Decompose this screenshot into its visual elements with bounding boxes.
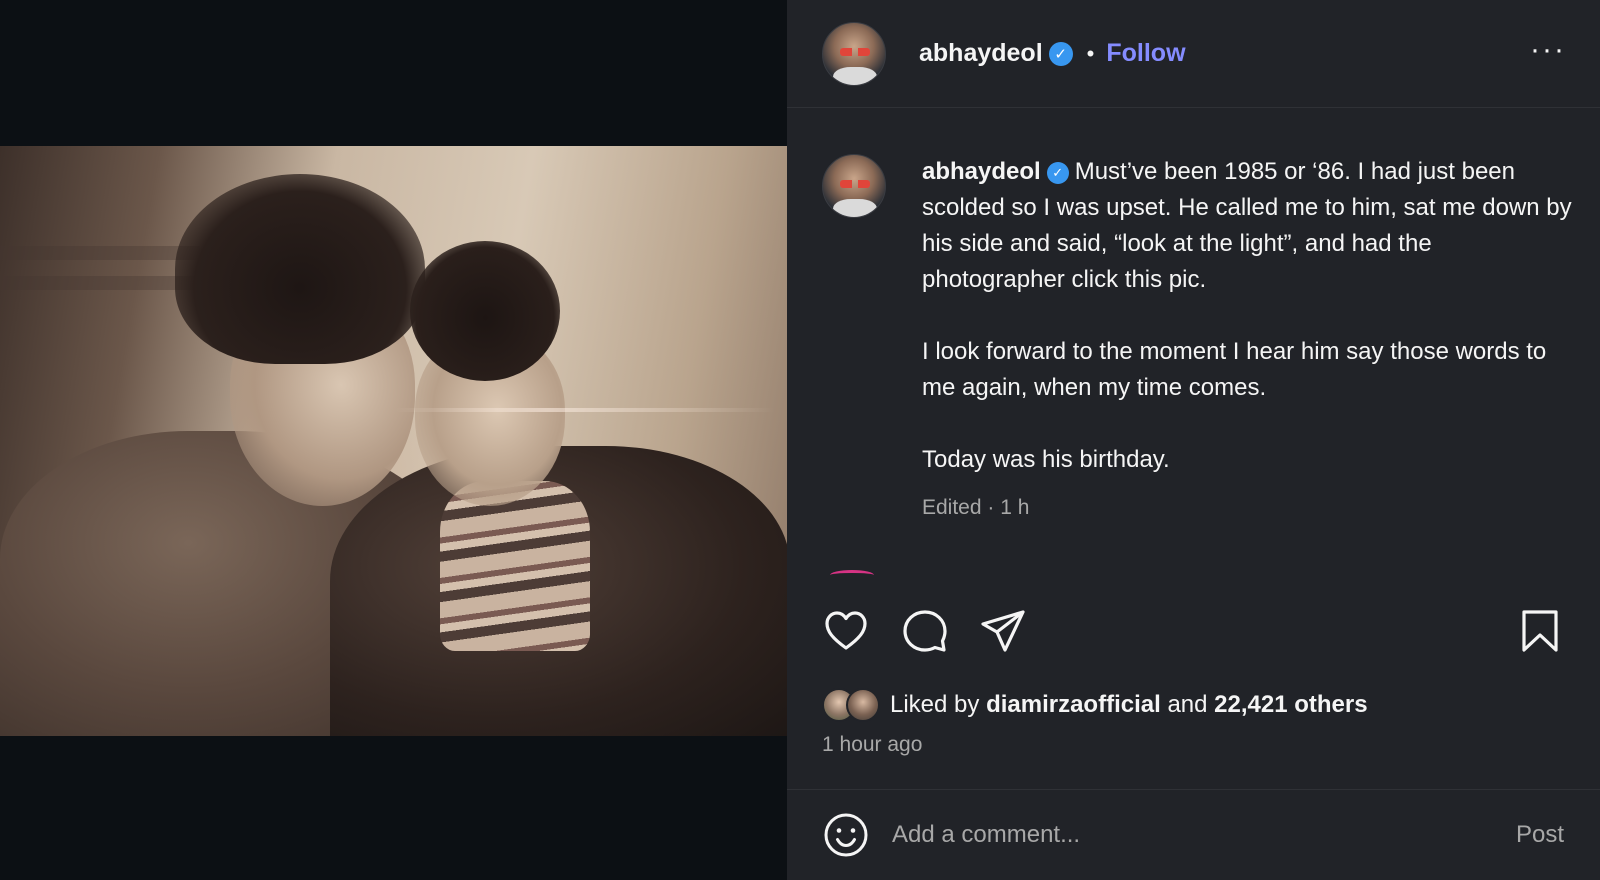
post-header: abhaydeol ✓ • Follow ··· bbox=[787, 0, 1600, 108]
caption-paragraph-2: I look forward to the moment I hear him … bbox=[922, 338, 1547, 401]
more-options-icon[interactable]: ··· bbox=[1530, 35, 1566, 65]
photo-background-stripe bbox=[0, 246, 200, 260]
caption-body: abhaydeol ✓ Must’ve been 1985 or ‘86. I ha… bbox=[922, 154, 1572, 526]
post-timestamp[interactable]: 1 hour ago bbox=[822, 733, 922, 757]
avatar-glasses bbox=[840, 47, 870, 56]
verified-badge-icon: ✓ bbox=[1048, 41, 1073, 66]
verified-badge-icon: ✓ bbox=[1046, 162, 1069, 184]
caption-paragraph-1: abhaydeol ✓ Must’ve been 1985 or ‘86. I ha… bbox=[922, 154, 1572, 298]
photo-hair-boy bbox=[410, 241, 560, 381]
liker-avatar[interactable] bbox=[846, 688, 880, 722]
avatar-shirt bbox=[833, 199, 877, 217]
loading-spinner-icon bbox=[830, 570, 874, 580]
avatar-shirt bbox=[833, 66, 877, 85]
caption-author-avatar[interactable] bbox=[822, 154, 886, 218]
likes-text: Liked by diamirzaofficial and 22,421 oth… bbox=[890, 691, 1368, 719]
separator-dot: • bbox=[1086, 40, 1095, 66]
photo-background-stripe bbox=[0, 276, 200, 290]
caption-gap bbox=[922, 406, 1572, 442]
post-comment-button[interactable]: Post bbox=[1516, 821, 1564, 849]
photo-striped-tee bbox=[440, 481, 590, 651]
photo-hair-man bbox=[175, 174, 425, 364]
heart-icon[interactable] bbox=[822, 607, 870, 655]
likes-prefix: Liked by bbox=[890, 691, 987, 718]
photo-light-flare bbox=[395, 408, 775, 412]
avatar-glasses bbox=[840, 180, 870, 188]
likes-middle: and bbox=[1160, 691, 1215, 718]
likes-summary: Liked by diamirzaofficial and 22,421 oth… bbox=[822, 688, 1368, 722]
share-icon[interactable] bbox=[979, 607, 1027, 655]
liker-username[interactable]: diamirzaofficial bbox=[986, 691, 1161, 718]
caption-gap bbox=[922, 298, 1572, 334]
author-avatar[interactable] bbox=[822, 21, 886, 86]
post-photo[interactable] bbox=[0, 146, 787, 736]
likes-count[interactable]: 22,421 others bbox=[1214, 691, 1367, 718]
media-pane bbox=[0, 0, 787, 880]
comment-input[interactable] bbox=[892, 821, 1452, 849]
caption-username[interactable]: abhaydeol bbox=[922, 158, 1041, 185]
header-name-row: abhaydeol ✓ • Follow bbox=[919, 39, 1186, 68]
caption-meta: Edited · 1 h bbox=[922, 496, 1030, 519]
bookmark-icon[interactable] bbox=[1516, 607, 1564, 655]
smiley-icon[interactable] bbox=[822, 811, 870, 859]
post-caption: abhaydeol ✓ Must’ve been 1985 or ‘86. I ha… bbox=[822, 154, 1582, 526]
action-icon-row bbox=[822, 607, 1564, 657]
author-username[interactable]: abhaydeol bbox=[919, 39, 1043, 68]
comment-bar: Post bbox=[787, 789, 1600, 880]
caption-paragraph-3: Today was his birthday. bbox=[922, 446, 1170, 473]
comment-icon[interactable] bbox=[901, 607, 949, 655]
follow-button[interactable]: Follow bbox=[1106, 39, 1185, 68]
post-detail-panel: abhaydeol ✓ • Follow ··· abhaydeol ✓ Must’… bbox=[787, 0, 1600, 880]
